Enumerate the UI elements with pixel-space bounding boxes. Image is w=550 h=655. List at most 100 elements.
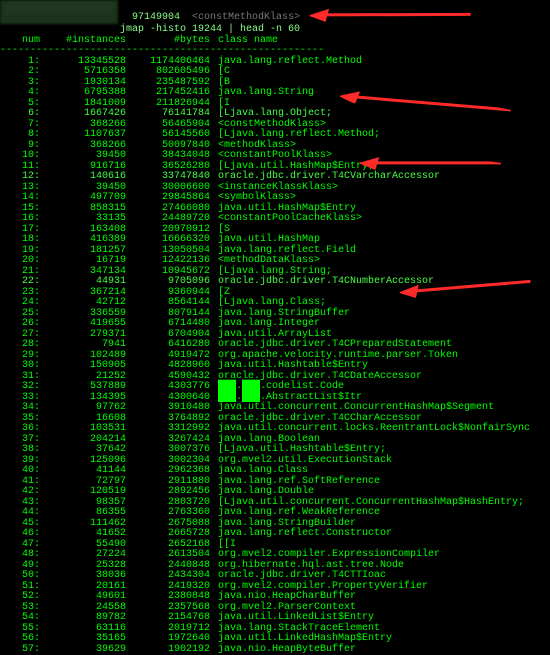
cell: java.nio.HeapByteBuffer bbox=[216, 645, 532, 655]
cell: 416389 bbox=[44, 235, 128, 246]
table-row: 6:166742676141784[Ljava.lang.Object; bbox=[0, 109, 532, 120]
cell: 40: bbox=[0, 466, 44, 477]
cell: <methodDataKlass> bbox=[216, 256, 532, 267]
cell: 39629 bbox=[44, 645, 128, 655]
cell: 56145560 bbox=[128, 130, 216, 141]
separator-row: ----------------------------------------… bbox=[0, 46, 532, 57]
cell: 4303776 bbox=[128, 382, 216, 393]
cell: 3312992 bbox=[128, 424, 216, 435]
table-row: 28:79416416280oracle.jdbc.driver.T4CPrep… bbox=[0, 340, 532, 351]
cell: 97762 bbox=[44, 403, 128, 414]
cell: 38: bbox=[0, 445, 44, 456]
cell: 32: bbox=[0, 382, 44, 393]
cell: 46: bbox=[0, 529, 44, 540]
cell: 802605496 bbox=[128, 67, 216, 78]
cell: 2962368 bbox=[128, 466, 216, 477]
cell: [C bbox=[216, 67, 532, 78]
table-row: 57:396291902192java.nio.HeapByteBuffer bbox=[0, 645, 532, 655]
cell: <constantPoolKlass> bbox=[216, 151, 532, 162]
table-row: 44:863552763360java.lang.ref.WeakReferen… bbox=[0, 508, 532, 519]
command-line: jmap -histo 19244 | head -n 60 bbox=[0, 23, 550, 36]
cell: 29845864 bbox=[128, 193, 216, 204]
table-row: 16:3313524489720<constantPoolCacheKlass> bbox=[0, 214, 532, 225]
cell: 35165 bbox=[44, 634, 128, 645]
cell: 12: bbox=[0, 172, 44, 183]
cell: 42: bbox=[0, 487, 44, 498]
table-row: 32:5378894303776███.███.codelist.Code bbox=[0, 382, 532, 393]
table-row: 14:49770929845864<symbolKlass> bbox=[0, 193, 532, 204]
cell: 1107637 bbox=[44, 130, 128, 141]
cell: 10: bbox=[0, 151, 44, 162]
cell: 26: bbox=[0, 319, 44, 330]
cell: java.util.concurrent.ConcurrentHashMap$S… bbox=[216, 403, 532, 414]
cell: 50: bbox=[0, 571, 44, 582]
cell: 54: bbox=[0, 613, 44, 624]
table-row: 52:496012380848java.nio.HeapCharBuffer bbox=[0, 592, 532, 603]
table-row: 22:449319705096oracle.jdbc.driver.T4CNum… bbox=[0, 277, 532, 288]
cell: java.lang.Integer bbox=[216, 319, 532, 330]
cell: 41652 bbox=[44, 529, 128, 540]
cell: 41144 bbox=[44, 466, 128, 477]
cell: 33135 bbox=[44, 214, 128, 225]
cell: 497709 bbox=[44, 193, 128, 204]
cell: 34: bbox=[0, 403, 44, 414]
cell: java.lang.StackTraceElement bbox=[216, 624, 532, 635]
cell: oracle.jdbc.driver.T4CPreparedStatement bbox=[216, 340, 532, 351]
cell: java.lang.ref.WeakReference bbox=[216, 508, 532, 519]
cell: java.util.HashMap bbox=[216, 235, 532, 246]
table-row: 4:6795388217452416java.lang.String bbox=[0, 88, 532, 99]
cell: 55: bbox=[0, 624, 44, 635]
cell: 49601 bbox=[44, 592, 128, 603]
cell: 217452416 bbox=[128, 88, 216, 99]
cell: 44931 bbox=[44, 277, 128, 288]
cell: 120519 bbox=[44, 487, 128, 498]
cell: 9705096 bbox=[128, 277, 216, 288]
mem-addr: 97149904 bbox=[132, 12, 180, 23]
cell: 24: bbox=[0, 298, 44, 309]
cell: 27224 bbox=[44, 550, 128, 561]
cell: java.lang.Class bbox=[216, 466, 532, 477]
cell: 24489720 bbox=[128, 214, 216, 225]
cell: 1972640 bbox=[128, 634, 216, 645]
cell: java.lang.reflect.Method bbox=[216, 57, 532, 68]
cell: 14: bbox=[0, 193, 44, 204]
cell: 150905 bbox=[44, 361, 128, 372]
cell: 12422136 bbox=[128, 256, 216, 267]
cell: java.lang.Double bbox=[216, 487, 532, 498]
cell: oracle.jdbc.driver.T4CTTIoac bbox=[216, 571, 532, 582]
histogram-table: num #instances #bytes class name -------… bbox=[0, 36, 532, 655]
table-row: 42:1205192892456java.lang.Double bbox=[0, 487, 532, 498]
cell: 2380848 bbox=[128, 592, 216, 603]
cell: 16719 bbox=[44, 256, 128, 267]
table-row: 10:3945038434048<constantPoolKlass> bbox=[0, 151, 532, 162]
cell: 44: bbox=[0, 508, 44, 519]
cell: 37642 bbox=[44, 445, 128, 456]
cell: 89782 bbox=[44, 613, 128, 624]
cell: 3910480 bbox=[128, 403, 216, 414]
table-row: 24:427128564144[Ljava.lang.Class; bbox=[0, 298, 532, 309]
cell: 18: bbox=[0, 235, 44, 246]
cell: 63116 bbox=[44, 624, 128, 635]
table-row: 40:411442962368java.lang.Class bbox=[0, 466, 532, 477]
cell: 5716358 bbox=[44, 67, 128, 78]
cell: 2: bbox=[0, 67, 44, 78]
cell: 1902192 bbox=[128, 645, 216, 655]
table-row: 36:1035313312992java.util.concurrent.loc… bbox=[0, 424, 532, 435]
cell: java.util.concurrent.locks.ReentrantLock… bbox=[216, 424, 532, 435]
cell: 33747840 bbox=[128, 172, 216, 183]
cell: 7941 bbox=[44, 340, 128, 351]
cell: java.util.LinkedList$Entry bbox=[216, 613, 532, 624]
cell: 2019712 bbox=[128, 624, 216, 635]
table-row: 1:133455281174406464java.lang.reflect.Me… bbox=[0, 57, 532, 68]
cell: 4: bbox=[0, 88, 44, 99]
cell: java.util.Hashtable$Entry bbox=[216, 361, 532, 372]
blur-region-1 bbox=[0, 0, 118, 24]
cell: java.lang.String bbox=[216, 88, 532, 99]
cell: 2892456 bbox=[128, 487, 216, 498]
cell: 6714480 bbox=[128, 319, 216, 330]
cell: [Ljava.lang.reflect.Method; bbox=[216, 130, 532, 141]
cell: 86355 bbox=[44, 508, 128, 519]
table-row: 34:977623910480java.util.concurrent.Conc… bbox=[0, 403, 532, 414]
cell: 39450 bbox=[44, 151, 128, 162]
cell: 28: bbox=[0, 340, 44, 351]
